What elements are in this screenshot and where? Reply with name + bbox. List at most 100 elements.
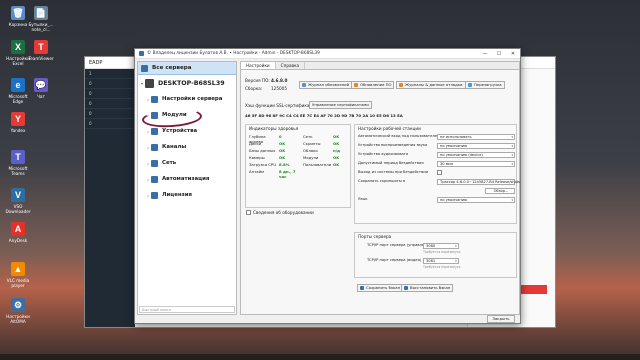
workstation-select[interactable]: по умолчанию ▾ [437,197,515,203]
select-value: Трассир 4.6.0.0~1245827-B4 Release/shots [440,180,521,184]
tree-node-label: Сеть [162,160,177,166]
hardware-info-link[interactable]: Сведения об оборудовании [253,210,314,215]
save-backup-button[interactable]: Сохранить бэкап [357,284,404,292]
chevron-down-icon[interactable]: ▾ [511,144,513,149]
health-row: Базы данных OK Облако н/д [249,148,352,153]
health-row: Диски OK Скрипты OK [249,141,352,146]
chevron-down-icon[interactable]: ▾ [511,153,513,158]
chevron-down-icon[interactable]: ▾ [511,135,513,140]
maximize-button[interactable]: ☐ [492,49,506,59]
debug-journals-button[interactable]: Журналы & данные отладки [396,81,466,89]
tab-help[interactable]: Справка [276,62,306,69]
workstation-select[interactable]: по умолчанию (device) ▾ [437,152,515,158]
desktop-icon[interactable]: 💬 Чат [27,78,55,99]
tree-node[interactable]: › Лицензия [138,187,236,203]
ports-group: Порты сервера TCP/IP порт сервера (управ… [354,232,517,278]
settings-window[interactable]: © Владелец лицензии Булатов А.В. • Настр… [134,48,521,324]
desktop-icon[interactable]: Y Yandex [4,112,32,133]
health-l1: Базы данных [249,148,276,153]
health-l1: Аптайм [249,169,264,174]
workstation-label: Устройство воспроизведения звука [358,143,428,147]
health-row: Аптайм 8 дн., 7 час [249,169,352,179]
close-window-button[interactable]: ✕ [506,49,520,59]
port-input[interactable]: 3080 ⇕ [423,243,459,249]
close-button[interactable]: Закрыть [487,315,515,323]
minimize-button[interactable]: — [478,49,492,59]
background-row[interactable]: 0 [85,89,135,99]
browse-button[interactable]: Обзор... [485,188,515,194]
health-v1: OK [279,141,286,146]
tree-node[interactable]: › Каналы [138,139,236,155]
desktop-icon[interactable]: V VSO Downloader [4,188,32,214]
desktop-app-icon: X [11,40,25,54]
workstation-title: Настройки рабочей станции [358,126,421,131]
workstation-group: Настройки рабочей станции Автоматический… [354,124,520,224]
desktop-icon[interactable]: 📄 Бутылки_... note_cl... [27,6,55,32]
chevron-down-icon[interactable]: ▾ [511,198,513,203]
tree-node[interactable]: › Автоматизация [138,171,236,187]
download-icon [360,286,364,290]
tree-node[interactable]: › Сеть [138,155,236,171]
window-titlebar: © Владелец лицензии Булатов А.В. • Настр… [135,49,520,59]
logout-checkbox[interactable] [437,170,442,175]
health-l2 [303,169,333,179]
restore-backup-button[interactable]: Восстановить бэкап [401,284,454,292]
desktop-icon[interactable]: T TeamViewer [27,40,55,61]
health-row: Загрузка CPU 8.8% Пользователи OK [249,162,352,167]
health-row: Камеры OK Модули OK [249,155,352,160]
tab-settings[interactable]: Настройки [241,62,276,69]
background-row[interactable]: 0 [85,119,135,129]
desktop-app-icon: V [11,188,25,202]
tree-search-input[interactable]: Быстрый поиск [139,306,235,313]
background-row[interactable]: 0 [85,99,135,109]
desktop-icon[interactable]: ⚙ Настройки AltOMA [4,298,32,324]
stepper-icon[interactable]: ⇕ [454,244,457,249]
desktop-app-icon: 🗑 [11,6,25,20]
update-button[interactable]: Обновление ПО [351,81,395,89]
port-input[interactable]: 3081 ⇕ [423,258,459,264]
tree-host[interactable]: ▾ DESKTOP-B68SL39 [138,75,236,91]
select-value: по умолчанию [440,198,468,202]
build-label: Сборка: [245,86,263,91]
desktop-icon[interactable]: T Microsoft Teams [4,150,32,176]
desktop-icon-label: Чат [37,94,45,99]
desktop-app-icon: Y [11,112,25,126]
desktop-icon[interactable]: A AnyDesk [4,222,32,243]
ports-title: Порты сервера [358,234,392,239]
window-title: © Владелец лицензии Булатов А.В. • Настр… [147,51,320,56]
port-label: TCP/IP порт сервера (видео) [367,258,422,262]
select-value: по умолчанию [440,144,468,148]
hardware-checkbox[interactable] [246,210,251,215]
node-icon [151,159,158,167]
workstation-select[interactable]: не использовать ▾ [437,134,515,140]
workstation-select[interactable]: 30 мин ▾ [437,161,515,167]
health-group: Индикаторы здоровья Глубина архива 0 Сеть O… [245,124,351,208]
tree-node[interactable]: › Настройки сервера [138,91,236,107]
restart-hint: Требуется перезапуск [423,265,461,269]
tree-node-label: Устройства [162,128,198,134]
workstation-select[interactable]: по умолчанию ▾ [437,143,515,149]
desktop-app-icon: T [11,150,25,164]
select-value: по умолчанию (device) [440,153,483,157]
tree-all-servers[interactable]: Все сервера [138,62,236,75]
journal-button[interactable]: Журнал обновлений [299,81,353,89]
certificates-button[interactable]: Управление сертификатами [309,101,372,109]
chevron-down-icon[interactable]: ▾ [511,162,513,167]
select-value: не использовать [440,135,472,139]
background-row[interactable]: 0 [85,109,135,119]
workstation-label: Устройство аудиозахвата [358,152,409,156]
node-icon [151,143,158,151]
health-v1: 8.8% [279,162,290,167]
desktop-icon[interactable]: ▲ VLC media player [4,262,32,288]
screenshots-path-input[interactable]: Трассир 4.6.0.0~1245827-B4 Release/shots [437,179,520,185]
desktop-icon-label: VLC media player [6,278,30,288]
desktop-icon-label: Microsoft Teams [8,166,28,176]
background-row[interactable]: 0 [85,79,135,89]
desktop-icon-label: TeamViewer [28,56,54,61]
tree-node-label: Настройки сервера [162,96,223,102]
node-icon [151,175,158,183]
background-row[interactable]: 1 [85,69,135,79]
restart-button[interactable]: Перезагрузка [465,81,505,89]
stepper-icon[interactable]: ⇕ [454,259,457,264]
tree-node-label: Автоматизация [162,176,210,182]
